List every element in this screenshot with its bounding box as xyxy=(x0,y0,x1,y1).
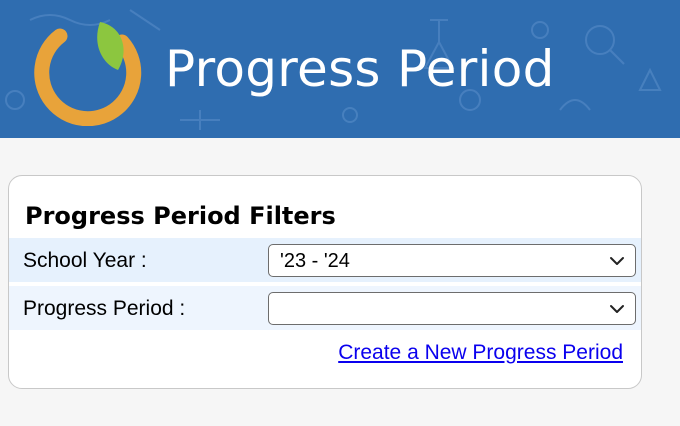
school-year-select[interactable]: '23 - '24 xyxy=(268,244,636,277)
page-title: Progress Period xyxy=(165,40,555,98)
progress-period-row: Progress Period : xyxy=(9,286,641,330)
progress-period-label: Progress Period : xyxy=(23,297,186,320)
school-year-row: School Year : '23 - '24 xyxy=(9,238,641,282)
school-year-value: '23 - '24 xyxy=(280,250,350,272)
school-year-label: School Year : xyxy=(23,249,147,272)
chevron-down-icon xyxy=(610,257,624,265)
leaf-ring-logo-icon xyxy=(34,22,142,126)
page-header: Progress Period xyxy=(0,0,680,138)
progress-period-filters-panel: Progress Period Filters School Year : '2… xyxy=(8,175,642,389)
create-progress-period-link[interactable]: Create a New Progress Period xyxy=(338,341,623,365)
progress-period-select[interactable] xyxy=(268,292,636,325)
filters-title: Progress Period Filters xyxy=(25,202,336,230)
chevron-down-icon xyxy=(610,305,624,313)
